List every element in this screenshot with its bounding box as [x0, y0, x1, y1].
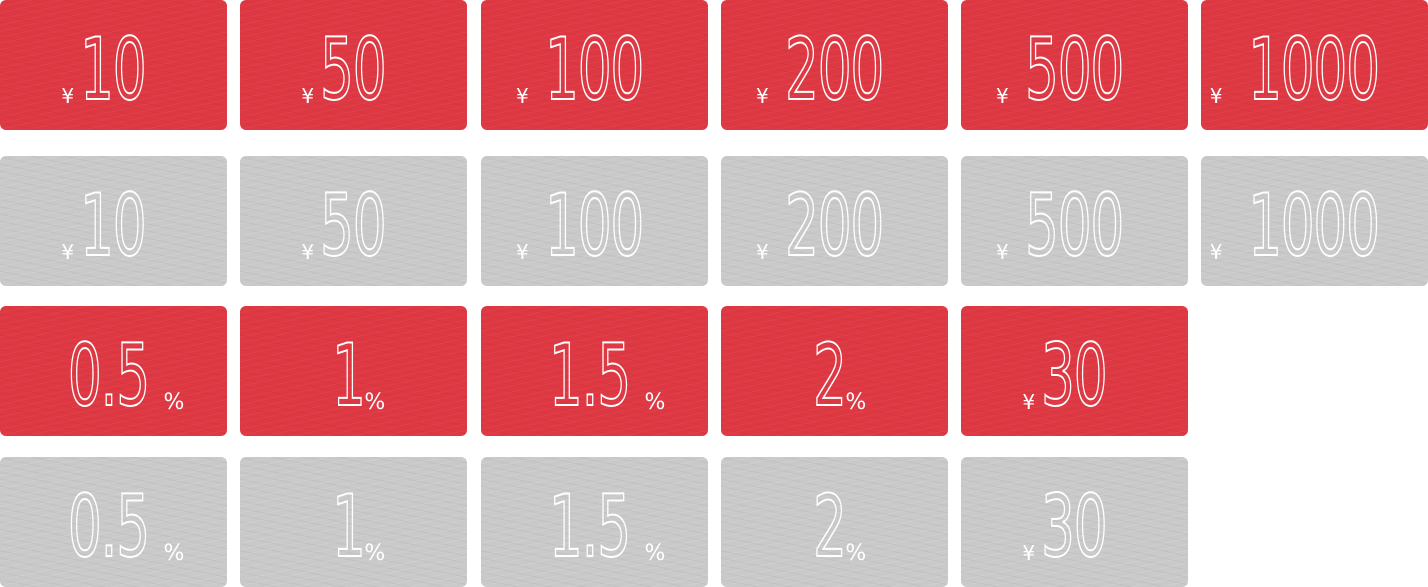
cash-coupon-card[interactable]: ¥1000 — [1201, 0, 1428, 130]
coupon-value: 200 — [784, 176, 885, 276]
coupon-value: 1.5 — [548, 477, 632, 577]
currency-symbol: ¥ — [61, 84, 75, 108]
coupon-amount: ¥1000 — [1209, 20, 1420, 120]
coupon-value: 30 — [1041, 326, 1109, 426]
coupon-amount: 1% — [322, 477, 386, 577]
coupon-value: 100 — [544, 20, 645, 120]
cash-coupon-card[interactable]: ¥10 — [0, 156, 227, 286]
currency-symbol: ¥ — [756, 84, 769, 108]
cash-coupon-card[interactable]: ¥500 — [961, 0, 1188, 130]
coupon-amount: ¥200 — [756, 176, 913, 276]
coupon-amount: ¥1000 — [1209, 176, 1420, 276]
cash-coupon-card[interactable]: ¥10 — [0, 0, 227, 130]
currency-symbol: ¥ — [516, 84, 529, 108]
percent-symbol: % — [845, 541, 867, 566]
percent-symbol: % — [364, 390, 386, 415]
coupon-amount: 2% — [803, 477, 867, 577]
discount-coupon-card[interactable]: 1% — [240, 457, 467, 587]
coupon-value: 1000 — [1248, 176, 1381, 276]
cash-coupon-card[interactable]: ¥100 — [481, 156, 708, 286]
coupon-amount: ¥10 — [61, 176, 165, 276]
percent-symbol: % — [644, 541, 666, 566]
coupon-amount: ¥500 — [996, 176, 1153, 276]
currency-symbol: ¥ — [516, 240, 529, 264]
cash-coupon-card[interactable]: ¥50 — [240, 0, 467, 130]
coupon-value: 30 — [1041, 477, 1109, 577]
discount-coupon-card[interactable]: 0.5% — [0, 457, 227, 587]
coupon-value: 50 — [320, 20, 388, 120]
cash-coupon-card[interactable]: ¥30 — [961, 457, 1188, 587]
coupon-amount: 2% — [803, 326, 867, 426]
coupon-amount: 1% — [322, 326, 386, 426]
percent-symbol: % — [644, 390, 666, 415]
coupon-value: 500 — [1024, 176, 1125, 276]
coupon-value: 100 — [544, 176, 645, 276]
coupon-value: 2 — [812, 326, 847, 426]
cash-coupon-card[interactable]: ¥30 — [961, 306, 1188, 436]
coupon-amount: ¥50 — [301, 176, 405, 276]
coupon-row-3: 0.5% 1% 1.5% 2% ¥30 — [0, 306, 1428, 436]
percent-symbol: % — [163, 541, 185, 566]
coupon-value: 1 — [331, 326, 366, 426]
discount-coupon-card[interactable]: 2% — [721, 457, 948, 587]
currency-symbol: ¥ — [996, 240, 1009, 264]
discount-coupon-card[interactable]: 1.5% — [481, 306, 708, 436]
currency-symbol: ¥ — [301, 240, 315, 264]
coupon-row-1: ¥10 ¥50 ¥100 ¥200 ¥500 ¥1000 — [0, 0, 1428, 130]
currency-symbol: ¥ — [1022, 390, 1036, 414]
currency-symbol: ¥ — [61, 240, 75, 264]
currency-symbol: ¥ — [996, 84, 1009, 108]
coupon-amount: 1.5% — [524, 326, 666, 426]
percent-symbol: % — [364, 541, 386, 566]
coupon-amount: ¥10 — [61, 20, 165, 120]
coupon-value: 10 — [80, 176, 148, 276]
currency-symbol: ¥ — [1209, 84, 1223, 108]
currency-symbol: ¥ — [756, 240, 769, 264]
percent-symbol: % — [163, 390, 185, 415]
coupon-value: 0.5 — [67, 326, 151, 426]
coupon-value: 10 — [80, 20, 148, 120]
discount-coupon-card[interactable]: 1% — [240, 306, 467, 436]
coupon-amount: ¥200 — [756, 20, 913, 120]
discount-coupon-card[interactable]: 1.5% — [481, 457, 708, 587]
coupon-amount: 0.5% — [43, 477, 185, 577]
cash-coupon-card[interactable]: ¥200 — [721, 156, 948, 286]
coupon-value: 50 — [320, 176, 388, 276]
coupon-row-2: ¥10 ¥50 ¥100 ¥200 ¥500 ¥1000 — [0, 156, 1428, 286]
coupon-amount: 1.5% — [524, 477, 666, 577]
coupon-amount: 0.5% — [43, 326, 185, 426]
currency-symbol: ¥ — [301, 84, 315, 108]
cash-coupon-card[interactable]: ¥50 — [240, 156, 467, 286]
coupon-value: 200 — [784, 20, 885, 120]
coupon-amount: ¥30 — [1022, 326, 1126, 426]
cash-coupon-card[interactable]: ¥200 — [721, 0, 948, 130]
coupon-amount: ¥50 — [301, 20, 405, 120]
discount-coupon-card[interactable]: 2% — [721, 306, 948, 436]
cash-coupon-card[interactable]: ¥100 — [481, 0, 708, 130]
coupon-value: 2 — [812, 477, 847, 577]
coupon-value: 0.5 — [67, 477, 151, 577]
coupon-value: 1000 — [1248, 20, 1381, 120]
coupon-row-4: 0.5% 1% 1.5% 2% ¥30 — [0, 457, 1428, 587]
discount-coupon-card[interactable]: 0.5% — [0, 306, 227, 436]
currency-symbol: ¥ — [1209, 240, 1223, 264]
coupon-value: 500 — [1024, 20, 1125, 120]
coupon-amount: ¥100 — [516, 20, 673, 120]
currency-symbol: ¥ — [1022, 541, 1036, 565]
cash-coupon-card[interactable]: ¥500 — [961, 156, 1188, 286]
coupon-amount: ¥100 — [516, 176, 673, 276]
cash-coupon-card[interactable]: ¥1000 — [1201, 156, 1428, 286]
percent-symbol: % — [845, 390, 867, 415]
coupon-amount: ¥30 — [1022, 477, 1126, 577]
coupon-amount: ¥500 — [996, 20, 1153, 120]
coupon-value: 1 — [331, 477, 366, 577]
coupon-value: 1.5 — [548, 326, 632, 426]
